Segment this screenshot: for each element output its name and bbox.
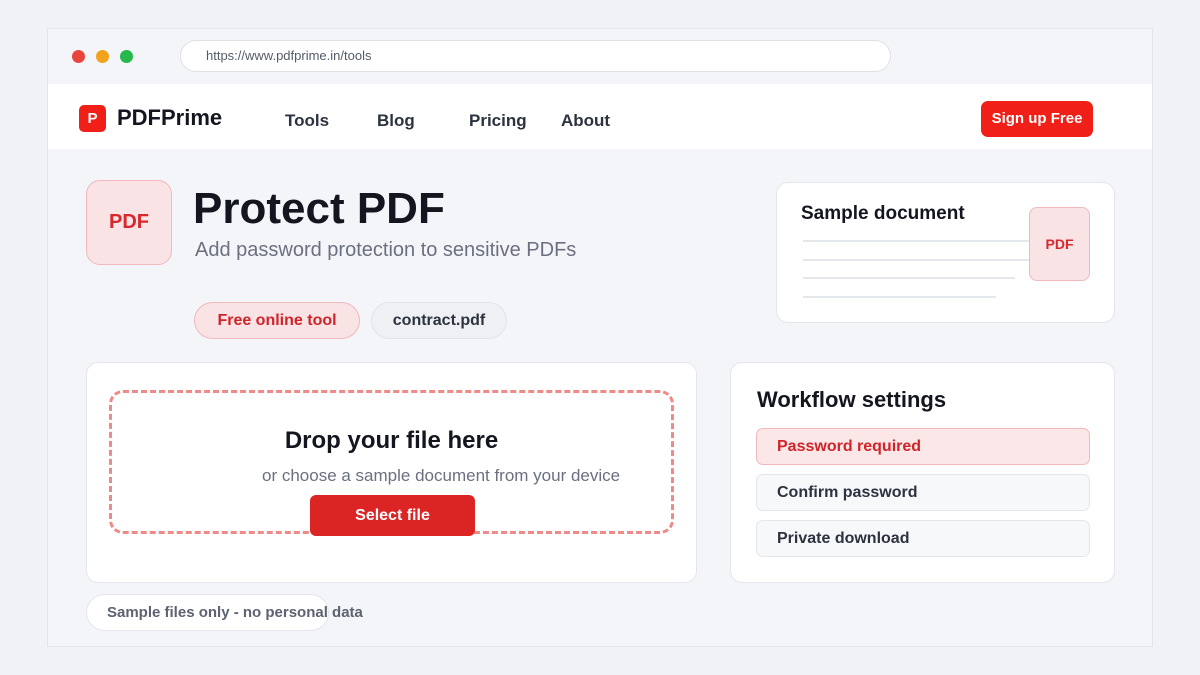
free-tool-badge: Free online tool (194, 302, 360, 339)
privacy-note: Sample files only - no personal data (86, 594, 363, 631)
pdf-tool-icon: PDF (86, 180, 172, 265)
nav-link-blog[interactable]: Blog (377, 111, 415, 131)
browser-titlebar: https://www.pdfprime.in/tools (48, 29, 1152, 84)
document-text-line (803, 259, 1035, 261)
setting-private-download[interactable]: Private download (756, 520, 1090, 557)
nav-link-about[interactable]: About (561, 111, 610, 131)
dropzone-subtitle: or choose a sample document from your de… (262, 466, 621, 485)
document-text-line (803, 277, 1015, 279)
dropzone-title: Drop your file here (284, 427, 499, 454)
signup-button[interactable]: Sign up Free (981, 101, 1093, 137)
address-bar[interactable]: https://www.pdfprime.in/tools (180, 40, 891, 72)
sample-document-title: Sample document (801, 203, 965, 224)
file-name-chip: contract.pdf (371, 302, 507, 339)
file-dropzone[interactable]: Drop your file here or choose a sample d… (109, 390, 674, 536)
upload-card: Drop your file here or choose a sample d… (86, 362, 697, 583)
select-file-button[interactable]: Select file (310, 495, 475, 536)
maximize-window-button[interactable] (120, 50, 133, 63)
site-navbar: P PDFPrime Tools Blog Pricing About Sign… (48, 84, 1152, 149)
workflow-settings-card: Workflow settings Password required Conf… (730, 362, 1115, 583)
page-subtitle: Add password protection to sensitive PDF… (195, 239, 577, 261)
brand-name[interactable]: PDFPrime (117, 105, 222, 131)
sample-document-card: Sample document PDF (776, 182, 1115, 323)
document-text-line (803, 240, 1065, 242)
settings-title: Workflow settings (757, 387, 947, 412)
nav-link-tools[interactable]: Tools (285, 111, 329, 131)
browser-window: https://www.pdfprime.in/tools P PDFPrime… (47, 28, 1153, 647)
page-title: Protect PDF (193, 184, 445, 233)
document-text-line (803, 296, 996, 298)
nav-link-pricing[interactable]: Pricing (469, 111, 527, 131)
setting-password-required[interactable]: Password required (756, 428, 1090, 465)
setting-confirm-password[interactable]: Confirm password (756, 474, 1090, 511)
close-window-button[interactable] (72, 50, 85, 63)
minimize-window-button[interactable] (96, 50, 109, 63)
logo-icon[interactable]: P (79, 105, 106, 132)
pdf-file-icon: PDF (1029, 207, 1090, 281)
